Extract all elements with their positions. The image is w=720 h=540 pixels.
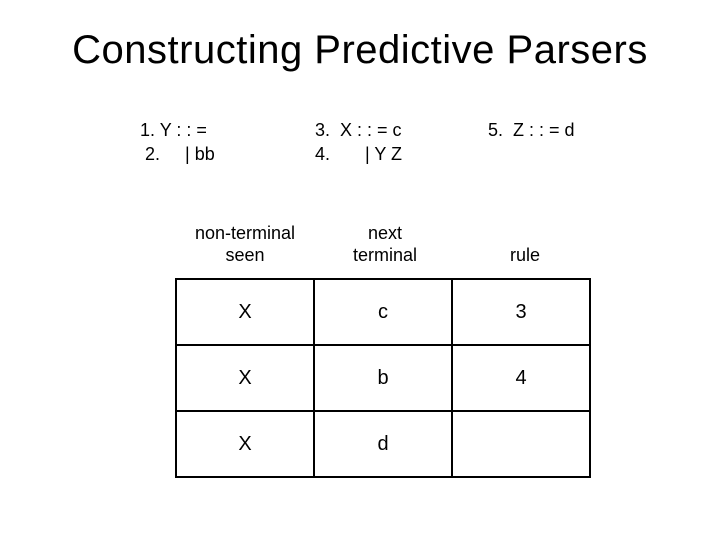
- cell-rule: 4: [452, 345, 590, 411]
- parse-table: X c 3 X b 4 X d: [175, 278, 591, 478]
- grammar-rule-5: 5. Z : : = d: [488, 118, 575, 142]
- cell-nonterminal: X: [176, 411, 314, 477]
- header-nonterminal: non-terminal seen: [175, 222, 315, 266]
- cell-terminal: b: [314, 345, 452, 411]
- grammar-rule-2: 2. | bb: [140, 142, 215, 166]
- table-row: X b 4: [176, 345, 590, 411]
- table-row: X c 3: [176, 279, 590, 345]
- cell-terminal: d: [314, 411, 452, 477]
- header-rule: rule: [475, 244, 575, 266]
- slide: Constructing Predictive Parsers 1. Y : :…: [0, 0, 720, 540]
- header-next-terminal: next terminal: [315, 222, 455, 266]
- grammar-rule-1: 1. Y : : =: [140, 118, 215, 142]
- cell-nonterminal: X: [176, 345, 314, 411]
- cell-nonterminal: X: [176, 279, 314, 345]
- grammar-col-3: 5. Z : : = d: [488, 118, 575, 142]
- grammar-col-1: 1. Y : : = 2. | bb: [140, 118, 215, 166]
- grammar-col-2: 3. X : : = c 4. | Y Z: [315, 118, 402, 166]
- header-nonterminal-line1: non-terminal: [175, 222, 315, 244]
- header-nonterminal-line2: seen: [175, 244, 315, 266]
- cell-rule: [452, 411, 590, 477]
- header-next-line1: next: [315, 222, 455, 244]
- page-title: Constructing Predictive Parsers: [0, 28, 720, 73]
- table-row: X d: [176, 411, 590, 477]
- cell-rule: 3: [452, 279, 590, 345]
- cell-terminal: c: [314, 279, 452, 345]
- grammar-rule-3: 3. X : : = c: [315, 118, 402, 142]
- header-next-line2: terminal: [315, 244, 455, 266]
- grammar-rule-4: 4. | Y Z: [315, 142, 402, 166]
